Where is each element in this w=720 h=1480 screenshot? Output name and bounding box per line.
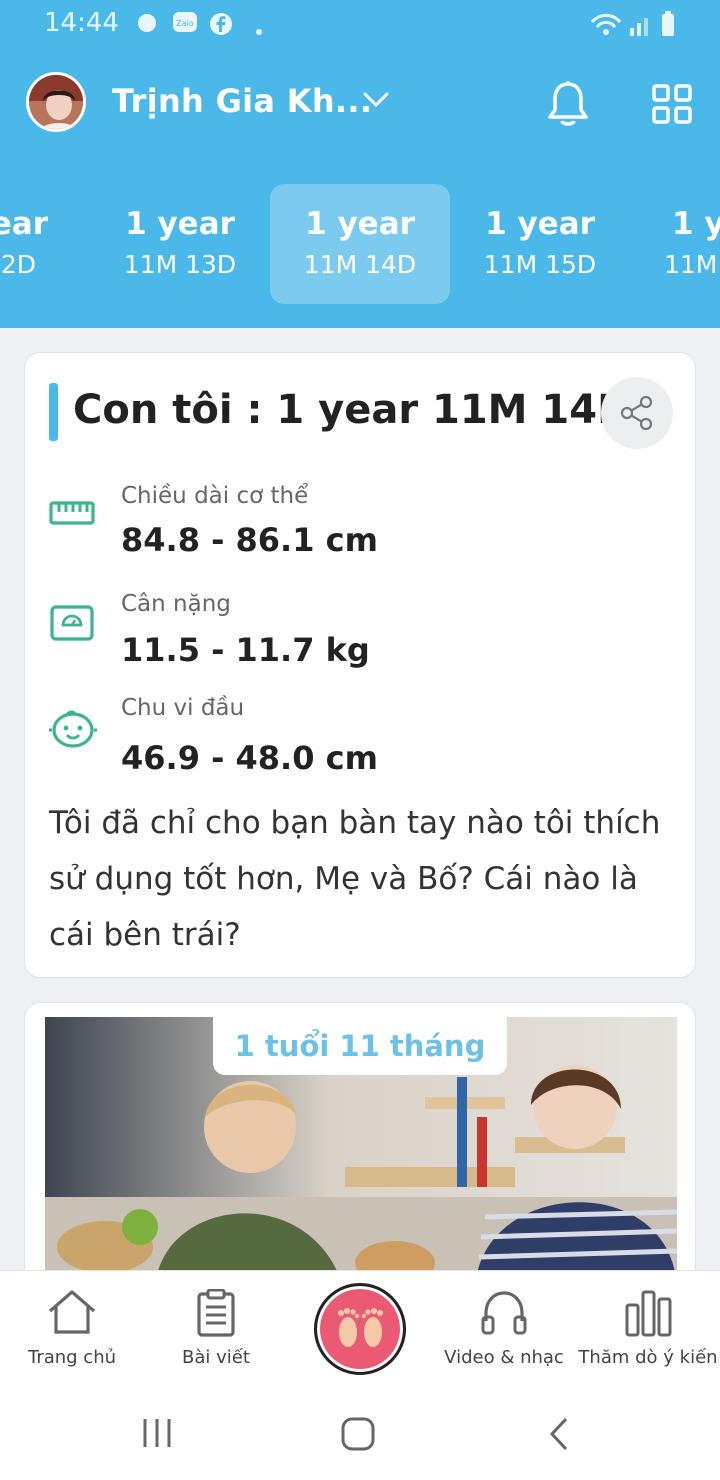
age-tab-line2: 11M [664, 250, 718, 279]
nav-home[interactable]: Trang chủ [0, 1271, 144, 1389]
growth-info-card: Con tôi : 1 year 11M 14D Chiều dài cơ th… [24, 352, 696, 978]
age-tab-line2: 11M 15D [483, 250, 597, 279]
age-tab-line2: 12D [0, 250, 36, 279]
dot-icon [256, 20, 262, 39]
nav-polls[interactable]: Thăm dò ý kiến [576, 1271, 720, 1389]
age-tab-line1: 1 year [485, 206, 595, 242]
milestone-description: Tôi đã chỉ cho bạn bàn tay nào tôi thích… [49, 805, 661, 953]
age-tabs: ear 12D 1 year 11M 13D 1 year 11M 14D 1 … [0, 184, 720, 304]
age-tab-line1: 1 year [125, 206, 235, 242]
metric-value-length: 84.8 - 86.1 cm [121, 521, 378, 559]
nav-articles[interactable]: Bài viết [144, 1271, 288, 1389]
age-tab-line1: ear [0, 206, 48, 242]
title-accent-bar [49, 383, 58, 441]
app-header: Trịnh Gia Kh... [0, 64, 720, 144]
home-icon [46, 1289, 98, 1339]
age-tab-line1: 1 year [305, 206, 415, 242]
top-header-area: 14:44 Zalo Trịnh Gia Kh... ear 2D 1 year… [0, 0, 720, 328]
age-tab-current[interactable]: 1 year 11M 14D [270, 184, 450, 304]
age-tab-next2[interactable]: 1 y 11M [630, 184, 720, 304]
zalo-icon: Zalo [172, 11, 198, 39]
nav-video-music-label: Video & nhạc [444, 1347, 564, 1368]
footprints-icon [338, 1308, 383, 1347]
age-tab-line2: 11M 14D [303, 250, 417, 279]
bell-icon[interactable] [546, 80, 590, 132]
footprints-button[interactable] [314, 1283, 406, 1375]
nav-home-label: Trang chủ [27, 1347, 117, 1368]
status-right-icons [590, 10, 680, 44]
home-system-icon[interactable] [340, 1416, 376, 1456]
milestone-photo: 1 tuổi 11 tháng [45, 1017, 677, 1291]
bar-chart-icon [624, 1289, 672, 1341]
nav-articles-label: Bài viết [182, 1347, 250, 1368]
article-icon [196, 1288, 236, 1341]
facebook-icon [209, 12, 233, 40]
profile-name[interactable]: Trịnh Gia Kh... [112, 82, 372, 120]
metric-label-weight: Cân nặng [121, 591, 231, 617]
bottom-nav: Trang chủ Bài viết Video & nhạc Thăm dò … [0, 1270, 720, 1388]
age-tab-prev2[interactable]: ear 12D [0, 184, 90, 304]
headphones-icon [480, 1289, 528, 1341]
age-tab-prev[interactable]: 1 year 11M 13D [90, 184, 270, 304]
metric-value-weight: 11.5 - 11.7 kg [121, 631, 370, 669]
metric-value-head: 46.9 - 48.0 cm [121, 739, 378, 777]
zalo-text: Zalo [176, 19, 194, 28]
system-nav-bar [0, 1388, 720, 1480]
share-icon [620, 395, 653, 431]
wifi-signal-battery-icon [590, 11, 674, 36]
age-tab-line2: 11M 13D [123, 250, 237, 279]
nav-video-music[interactable]: Video & nhạc [432, 1271, 576, 1389]
metric-label-head: Chu vi đầu [121, 695, 245, 721]
age-tab-next[interactable]: 1 year 11M 15D [450, 184, 630, 304]
metric-label-length: Chiều dài cơ thể [121, 483, 309, 509]
nav-polls-label: Thăm dò ý kiến [578, 1347, 718, 1368]
scale-icon [49, 605, 95, 645]
status-time: 14:44 [44, 8, 119, 38]
share-button[interactable] [601, 377, 673, 449]
avatar[interactable] [26, 72, 86, 132]
baby-face-icon [49, 709, 97, 753]
chat-bubble-icon [136, 12, 158, 38]
status-bar: 14:44 Zalo [0, 0, 720, 50]
age-tab-line1: 1 y [672, 206, 720, 242]
grid-menu-icon[interactable] [652, 84, 692, 128]
ruler-icon [49, 499, 95, 531]
card-title: Con tôi : 1 year 11M 14D [73, 387, 631, 433]
milestone-image-card[interactable]: 1 tuổi 11 tháng [24, 1002, 696, 1292]
chevron-down-icon[interactable] [362, 90, 390, 114]
recent-apps-icon[interactable] [140, 1416, 174, 1454]
back-icon[interactable] [546, 1416, 572, 1456]
photo-age-label: 1 tuổi 11 tháng [213, 1017, 507, 1075]
